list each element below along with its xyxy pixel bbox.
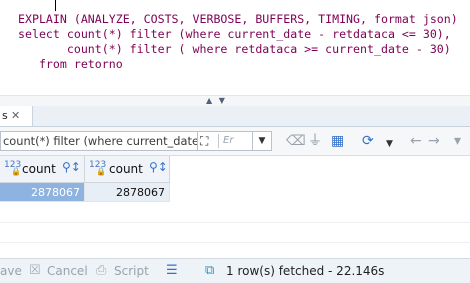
results-tab-bar: s ✕: [0, 106, 470, 127]
script-icon: ⎙: [96, 263, 107, 278]
arrow-left-icon[interactable]: ←: [410, 133, 422, 149]
more-icon[interactable]: ▾: [454, 133, 461, 149]
lock-icon: 🔒: [96, 167, 106, 176]
row-divider: [0, 242, 470, 243]
column-header-count-1[interactable]: 123 🔒 count ⚲↕: [0, 156, 85, 183]
tab-label: s: [2, 109, 8, 122]
status-bar: ave ☒ Cancel ⎙ Script ☰ ⧉ 1 row(s) fetch…: [0, 258, 470, 283]
save-button[interactable]: ave: [0, 259, 22, 283]
arrow-right-icon[interactable]: →: [428, 133, 440, 149]
fetch-status-text: 1 row(s) fetched - 22.146s: [226, 264, 385, 278]
filter-toolbar: count(*) filter (where current_date - ⛶ …: [0, 127, 470, 156]
cancel-icon: ☒: [29, 263, 41, 278]
layout-icon[interactable]: ▦: [331, 133, 344, 149]
close-icon[interactable]: ✕: [11, 106, 20, 126]
sql-editor[interactable]: EXPLAIN (ANALYZE, COSTS, VERBOSE, BUFFER…: [0, 0, 470, 95]
filter-history-dropdown[interactable]: ▼: [252, 131, 272, 151]
sql-line-4: from retorno: [18, 57, 123, 71]
expand-icon[interactable]: ⛶: [200, 132, 208, 150]
grid-cell[interactable]: 2878067: [85, 183, 170, 202]
column-label: count: [22, 162, 56, 176]
splitter-arrows-icon[interactable]: ▲ ▼: [206, 96, 227, 105]
column-label: count: [109, 162, 143, 176]
refresh-dropdown-icon[interactable]: ▼: [386, 136, 393, 152]
cancel-button[interactable]: Cancel: [47, 259, 88, 283]
sql-line-2: select count(*) filter (where current_da…: [18, 27, 451, 41]
tab-results[interactable]: s ✕: [0, 106, 33, 126]
history-hint: Er: [223, 135, 234, 146]
sort-filter-icon[interactable]: ⚲↕: [149, 160, 168, 174]
text-cursor: [55, 0, 56, 11]
sql-line-3: count(*) filter ( where retdataca >= cur…: [18, 42, 451, 56]
filter-input[interactable]: count(*) filter (where current_date -: [0, 131, 198, 151]
sort-filter-icon[interactable]: ⚲↕: [62, 160, 81, 174]
divider: [218, 134, 219, 148]
row-divider: [0, 222, 470, 223]
grid-cell[interactable]: 2878067: [0, 183, 85, 202]
result-grid[interactable]: 123 🔒 count ⚲↕ 123 🔒 count ⚲↕ 2878067 28…: [0, 156, 470, 256]
script-button[interactable]: Script: [114, 259, 149, 283]
column-header-count-2[interactable]: 123 🔒 count ⚲↕: [85, 156, 170, 183]
eraser-icon[interactable]: ⌫: [286, 133, 306, 149]
filter-settings-icon[interactable]: ⏚: [308, 133, 322, 149]
fetch-status-icon: ⧉: [205, 263, 215, 278]
filter-history-box[interactable]: ⛶ Er: [197, 131, 254, 151]
panels-icon[interactable]: ☰: [166, 259, 178, 283]
refresh-icon[interactable]: ⟳: [362, 133, 374, 149]
sql-line-1: EXPLAIN (ANALYZE, COSTS, VERBOSE, BUFFER…: [18, 12, 458, 26]
lock-icon: 🔒: [11, 167, 21, 176]
